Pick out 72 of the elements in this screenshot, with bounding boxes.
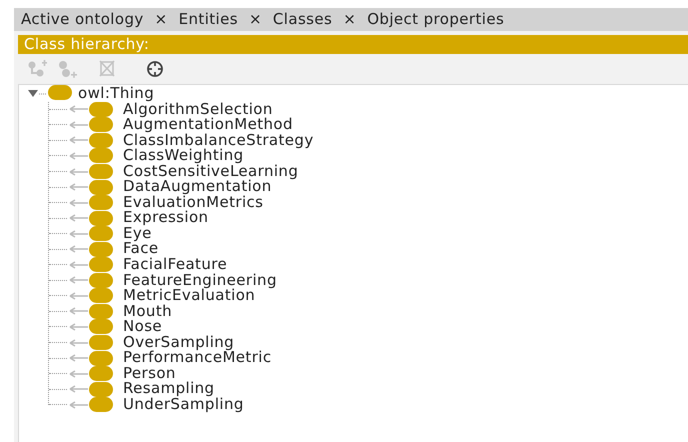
class-icon (89, 132, 113, 148)
arrow-icon (69, 183, 89, 192)
tree-item[interactable]: Mouth (123, 304, 172, 320)
class-icon (89, 117, 113, 132)
class-icon (89, 242, 113, 257)
arrow-icon (69, 120, 89, 129)
close-icon[interactable]: × (343, 8, 356, 31)
tree-item[interactable]: PerformanceMetric (123, 350, 272, 366)
arrow-icon (69, 245, 89, 254)
class-icon (89, 382, 113, 397)
arrow-icon (69, 276, 89, 284)
close-icon[interactable]: × (154, 8, 168, 31)
class-icon (89, 366, 113, 382)
class-icon (89, 335, 113, 350)
class-icon (89, 272, 113, 288)
tree-item[interactable]: AlgorithmSelection (123, 102, 273, 118)
class-icon (89, 210, 113, 226)
tree-item[interactable]: FacialFeature (123, 257, 228, 273)
tree-item[interactable]: owl:Thing (78, 86, 154, 102)
class-icon (89, 288, 113, 304)
class-icon (89, 195, 113, 210)
arrow-icon (69, 307, 89, 316)
tree-item[interactable]: ClassImbalanceStrategy (123, 132, 314, 148)
arrow-icon (69, 354, 89, 362)
arrow-icon (69, 322, 89, 331)
tree-item[interactable]: MetricEvaluation (123, 288, 256, 304)
tab[interactable]: Classes (272, 8, 334, 31)
class-icon (89, 180, 113, 195)
class-icon (89, 102, 113, 117)
arrow-icon (69, 400, 89, 409)
tree-item[interactable]: OverSampling (123, 334, 234, 350)
class-icon (89, 350, 113, 366)
arrow-icon (69, 370, 89, 378)
arrow-icon (69, 292, 89, 300)
tab[interactable]: Object properties (366, 8, 506, 31)
arrow-icon (69, 136, 89, 144)
class-icon (89, 164, 113, 179)
class-icon (89, 226, 113, 242)
expand-toggle-icon[interactable] (27, 88, 47, 99)
class-icon (48, 84, 72, 100)
tree-item[interactable]: Nose (123, 319, 162, 335)
tab[interactable]: Entities (178, 8, 239, 31)
tree-item[interactable]: ClassWeighting (123, 148, 244, 164)
panel-title: Class hierarchy: (18, 35, 688, 54)
arrow-icon (69, 385, 89, 394)
tree-item[interactable]: AugmentationMethod (123, 117, 293, 133)
arrow-icon (69, 152, 89, 160)
tree-item[interactable]: Eye (123, 226, 152, 242)
class-icon (89, 304, 113, 319)
tree-item[interactable]: Face (123, 241, 159, 258)
tree-item[interactable]: CostSensitiveLearning (123, 164, 298, 180)
class-icon (89, 397, 113, 412)
target-icon[interactable] (144, 59, 166, 79)
tree-item[interactable]: FeatureEngineering (123, 272, 277, 288)
tree-item[interactable]: DataAugmentation (123, 179, 272, 195)
arrow-icon (69, 105, 89, 114)
arrow-icon (69, 214, 89, 222)
tree-item[interactable]: UnderSampling (123, 396, 244, 412)
arrow-icon (69, 260, 89, 269)
arrow-icon (69, 338, 89, 347)
arrow-icon (69, 198, 89, 207)
arrow-icon (69, 168, 89, 176)
tree-item[interactable]: Person (123, 366, 176, 382)
close-icon[interactable]: × (248, 8, 262, 31)
tree-item[interactable]: EvaluationMetrics (123, 194, 264, 210)
class-icon (89, 148, 113, 164)
tab[interactable]: Active ontology (20, 8, 145, 31)
class-icon (89, 257, 113, 272)
tree-item[interactable]: Expression (123, 210, 208, 226)
tree-item[interactable]: Resampling (123, 381, 214, 397)
arrow-icon (69, 230, 89, 238)
class-icon (89, 319, 113, 334)
